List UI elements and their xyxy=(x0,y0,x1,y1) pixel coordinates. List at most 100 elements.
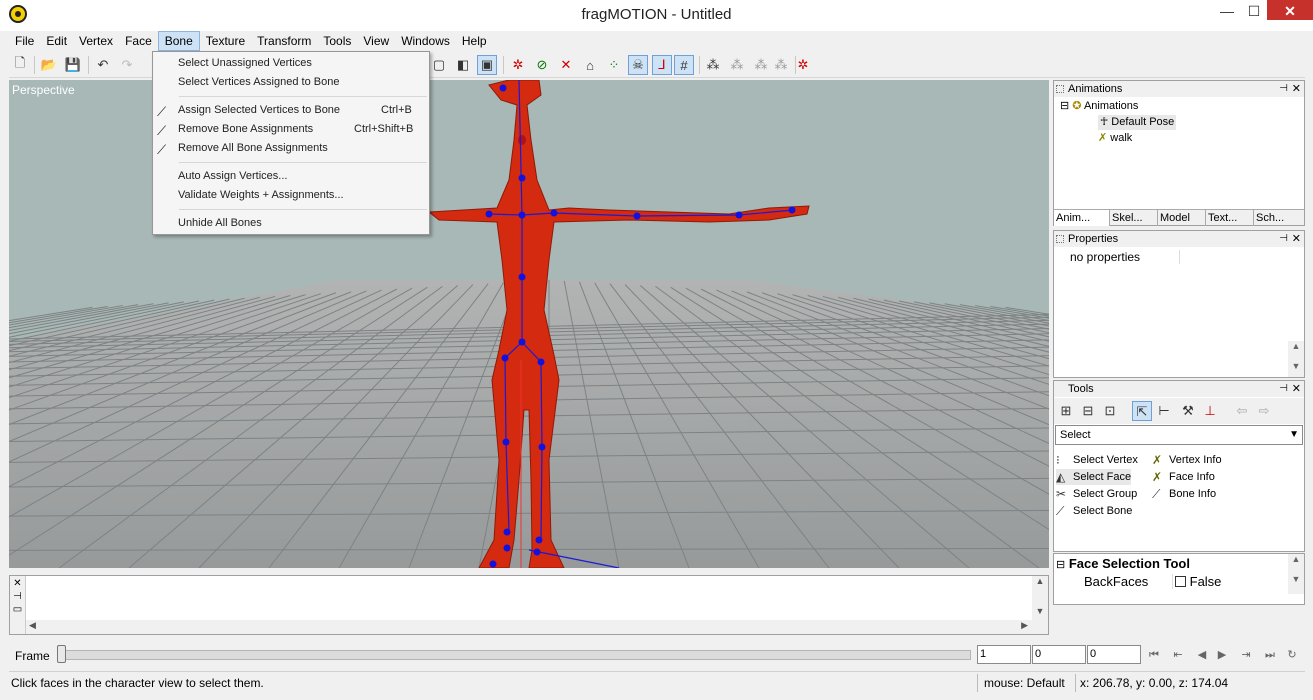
bone-remove-all-icon: ⟋ xyxy=(157,142,167,157)
save-icon[interactable]: 💾 xyxy=(63,55,83,75)
menu-tools[interactable]: Tools xyxy=(317,31,357,51)
tab-textures[interactable]: Text... xyxy=(1206,210,1254,226)
open-folder-icon[interactable]: 📂 xyxy=(39,55,59,75)
menu-select-unassigned-vertices[interactable]: Select Unassigned Vertices xyxy=(154,54,428,73)
menu-view[interactable]: View xyxy=(357,31,395,51)
select-group-link[interactable]: ✂ Select Group xyxy=(1056,486,1137,502)
output-horizontal-scrollbar[interactable]: ◀ ▶ xyxy=(26,620,1048,634)
show-vertices-icon[interactable]: ⁘ xyxy=(604,55,624,75)
face-info-link[interactable]: ✗ Face Info xyxy=(1152,469,1215,485)
select-vertex-link[interactable]: ⁝ Select Vertex xyxy=(1056,452,1138,468)
menu-transform[interactable]: Transform xyxy=(251,31,317,51)
show-joints-icon[interactable]: ✕ xyxy=(556,55,576,75)
back-arrow-icon[interactable]: ⇦ xyxy=(1232,401,1252,421)
tree-item-animations[interactable]: ⊟ ✪ Animations xyxy=(1060,99,1138,114)
menu-texture[interactable]: Texture xyxy=(200,31,251,51)
redo-icon[interactable]: ↷ xyxy=(117,55,137,75)
axis-gizmo-icon[interactable]: ⅃ xyxy=(652,55,672,75)
tool-hierarchy-icon[interactable]: ⊢ xyxy=(1154,401,1174,421)
menu-vertex[interactable]: Vertex xyxy=(73,31,119,51)
view-single-icon[interactable]: ▢ xyxy=(429,55,449,75)
grid-icon[interactable]: # xyxy=(674,55,694,75)
cursor-coordinates: x: 206.78, y: 0.00, z: 174.04 xyxy=(1080,676,1229,690)
close-icon[interactable]: ✕ xyxy=(1292,81,1301,97)
tab-model[interactable]: Model xyxy=(1158,210,1206,226)
play-icon[interactable]: ▶ xyxy=(1213,646,1231,664)
properties-scrollbar[interactable]: ▲ ▼ xyxy=(1288,341,1304,377)
start-frame-field[interactable]: 0 xyxy=(1032,645,1086,664)
tool-mode-select[interactable]: Select ▼ xyxy=(1055,425,1303,445)
collapse-icon[interactable]: ⊟ xyxy=(1056,559,1065,571)
show-axes-icon[interactable]: ⌂ xyxy=(580,55,600,75)
view-textured-icon[interactable]: ▣ xyxy=(477,55,497,75)
menu-file[interactable]: File xyxy=(9,31,40,51)
prev-frame-icon[interactable]: ◀ xyxy=(1193,646,1211,664)
checkbox-icon[interactable] xyxy=(1175,576,1186,587)
close-icon[interactable]: ✕ xyxy=(1292,381,1301,397)
tool-group-icon[interactable]: ⊡ xyxy=(1100,401,1120,421)
close-icon[interactable]: ✕ xyxy=(1292,231,1301,247)
current-frame-field[interactable]: 1 xyxy=(977,645,1031,664)
maximize-button[interactable]: ☐ xyxy=(1237,0,1271,22)
menu-bone[interactable]: Bone xyxy=(157,31,200,51)
prev-keyframe-icon[interactable]: ⇤ xyxy=(1169,646,1187,664)
fst-scrollbar[interactable]: ▲ ▼ xyxy=(1288,554,1304,594)
tree-item-default-pose[interactable]: ☥ Default Pose xyxy=(1098,115,1177,130)
tool-select-icon[interactable]: ⇱ xyxy=(1132,401,1152,421)
first-frame-icon[interactable]: ⏮ xyxy=(1145,646,1163,664)
frame-slider-thumb[interactable] xyxy=(57,645,66,663)
tool-delete-icon[interactable]: ⊥ xyxy=(1200,401,1220,421)
pin-icon[interactable]: ⊣ xyxy=(1279,231,1288,247)
forward-arrow-icon[interactable]: ⇨ xyxy=(1254,401,1274,421)
pin-icon[interactable]: ⊣ xyxy=(10,591,25,602)
skeleton-mode-icon[interactable]: ☠ xyxy=(628,55,648,75)
tree-item-walk[interactable]: ✗ walk xyxy=(1098,131,1132,146)
menu-face[interactable]: Face xyxy=(119,31,158,51)
pin-icon[interactable]: ⊣ xyxy=(1279,81,1288,97)
menu-help[interactable]: Help xyxy=(456,31,493,51)
snap-vertex-icon[interactable]: ⁂ xyxy=(751,55,771,75)
menu-select-vertices-assigned-to-bone[interactable]: Select Vertices Assigned to Bone xyxy=(154,73,428,92)
new-file-icon[interactable]: 🗋 xyxy=(10,55,30,75)
view-split-icon[interactable]: ◧ xyxy=(453,55,473,75)
tool-hammer-icon[interactable]: ⚒ xyxy=(1178,401,1198,421)
select-face-link[interactable]: ◭ Select Face xyxy=(1056,469,1132,485)
menu-validate-weights[interactable]: Validate Weights + Assignments... xyxy=(154,186,428,205)
frame-slider-track[interactable] xyxy=(59,650,971,660)
render-icon[interactable]: ✲ xyxy=(793,55,813,75)
status-message: Click faces in the character view to sel… xyxy=(11,676,264,690)
loop-icon[interactable]: ↻ xyxy=(1283,646,1301,664)
menu-remove-all-bone-assignments[interactable]: ⟋ Remove All Bone Assignments xyxy=(154,139,428,158)
show-normals-icon[interactable]: ⊘ xyxy=(532,55,552,75)
snap-icon[interactable]: ⁂ xyxy=(703,55,723,75)
tab-animations[interactable]: Anim... xyxy=(1054,210,1110,226)
menu-windows[interactable]: Windows xyxy=(395,31,456,51)
menu-edit[interactable]: Edit xyxy=(40,31,73,51)
last-frame-icon[interactable]: ⏭ xyxy=(1261,646,1279,664)
close-icon[interactable]: ✕ xyxy=(10,578,25,589)
next-keyframe-icon[interactable]: ⇥ xyxy=(1237,646,1255,664)
output-pane[interactable]: ✕ ⊣ ▭ ▲ ▼ ◀ ▶ xyxy=(9,575,1049,635)
menu-unhide-all-bones[interactable]: Unhide All Bones xyxy=(154,214,428,233)
menu-auto-assign-vertices[interactable]: Auto Assign Vertices... xyxy=(154,167,428,186)
snap-bone-icon[interactable]: ⁂ xyxy=(771,55,791,75)
tool-vertex-icon[interactable]: ⊞ xyxy=(1056,401,1076,421)
close-button[interactable]: ✕ xyxy=(1267,0,1313,20)
tab-schematic[interactable]: Sch... xyxy=(1254,210,1304,226)
tool-face-icon[interactable]: ⊟ xyxy=(1078,401,1098,421)
select-bone-link[interactable]: ⟋ Select Bone xyxy=(1056,503,1132,519)
show-bones-icon[interactable]: ✲ xyxy=(508,55,528,75)
output-vertical-scrollbar[interactable]: ▲ ▼ xyxy=(1032,576,1048,620)
menu-assign-selected-vertices[interactable]: ⟋ Assign Selected Vertices to Bone Ctrl+B xyxy=(154,101,428,120)
bone-info-link[interactable]: ⟋ Bone Info xyxy=(1152,486,1216,502)
tab-skeleton[interactable]: Skel... xyxy=(1110,210,1158,226)
status-bar: Click faces in the character view to sel… xyxy=(9,671,1305,693)
backfaces-value[interactable]: False xyxy=(1172,574,1221,589)
snap-grid-icon[interactable]: ⁂ xyxy=(727,55,747,75)
undo-icon[interactable]: ↶ xyxy=(93,55,113,75)
vertex-info-link[interactable]: ✗ Vertex Info xyxy=(1152,452,1222,468)
menu-remove-bone-assignments[interactable]: ⟋ Remove Bone Assignments Ctrl+Shift+B xyxy=(154,120,428,139)
pin-icon[interactable]: ⊣ xyxy=(1279,381,1288,397)
scroll-icon[interactable]: ▭ xyxy=(10,604,25,615)
end-frame-field[interactable]: 0 xyxy=(1087,645,1141,664)
